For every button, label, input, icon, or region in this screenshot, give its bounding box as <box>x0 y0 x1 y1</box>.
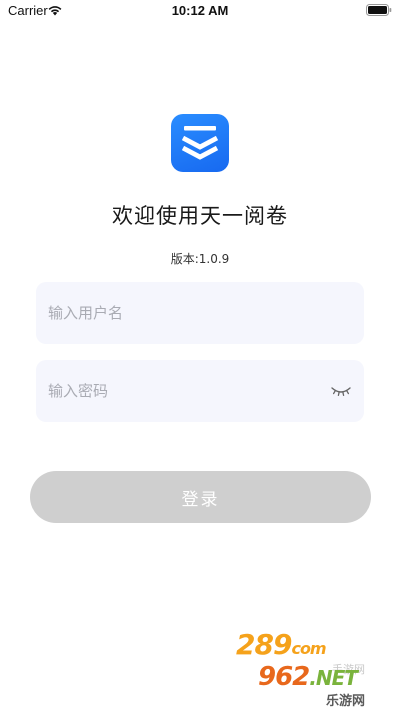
status-time: 10:12 AM <box>171 3 229 18</box>
eye-closed-icon[interactable] <box>330 384 352 398</box>
site-watermark: 289com 手游网 962.NET 乐游网 <box>236 628 396 709</box>
watermark-top: 289com <box>236 628 327 661</box>
welcome-title: 欢迎使用天一阅卷 <box>112 204 288 228</box>
username-field[interactable] <box>36 282 364 344</box>
watermark-cn-text: 乐游网 <box>326 694 366 709</box>
version-label: 版本:1.0.9 <box>170 252 230 266</box>
app-logo-icon <box>171 114 229 172</box>
login-button[interactable]: 登录 <box>30 471 371 523</box>
username-input[interactable] <box>48 282 318 344</box>
watermark-bottom: 962.NET <box>258 662 358 692</box>
status-bar: Carrier 10:12 AM <box>0 0 400 22</box>
password-field[interactable] <box>36 360 364 422</box>
battery-icon <box>366 4 392 16</box>
password-input[interactable] <box>48 360 318 422</box>
